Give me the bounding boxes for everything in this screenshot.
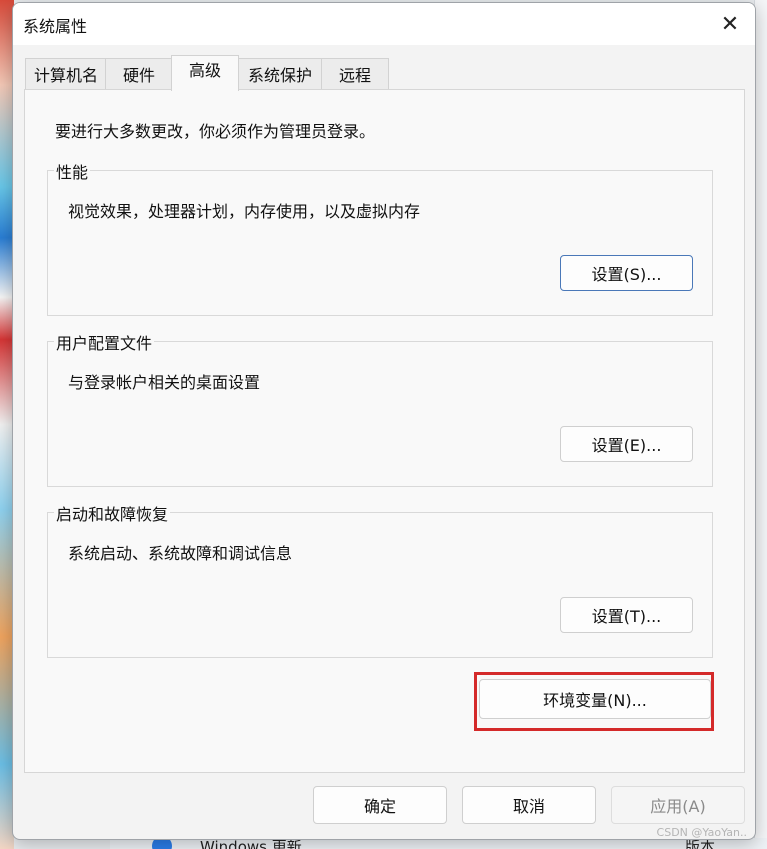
group-title: 性能	[54, 159, 91, 183]
tab-remote[interactable]: 远程	[321, 58, 389, 91]
group-description: 系统启动、系统故障和调试信息	[68, 544, 293, 563]
close-icon: ✕	[720, 11, 740, 37]
highlight-annotation	[474, 672, 714, 731]
performance-group: 性能 视觉效果，处理器计划，内存使用，以及虚拟内存 设置(S)...	[47, 159, 713, 316]
apply-button[interactable]: 应用(A)	[611, 786, 745, 824]
admin-note: 要进行大多数更改，你必须作为管理员登录。	[55, 122, 376, 141]
close-button[interactable]: ✕	[713, 7, 747, 41]
group-title: 用户配置文件	[54, 330, 155, 354]
tab-advanced[interactable]: 高级	[171, 55, 239, 91]
performance-settings-button[interactable]: 设置(S)...	[560, 255, 693, 291]
startup-recovery-settings-button[interactable]: 设置(T)...	[560, 597, 693, 633]
ok-button[interactable]: 确定	[313, 786, 447, 824]
user-profiles-group: 用户配置文件 与登录帐户相关的桌面设置 设置(E)...	[47, 330, 713, 487]
advanced-tab-panel: 要进行大多数更改，你必须作为管理员登录。 性能 视觉效果，处理器计划，内存使用，…	[24, 89, 745, 773]
group-title: 启动和故障恢复	[54, 501, 171, 525]
watermark: CSDN @YaoYan..	[656, 826, 747, 839]
window-title: 系统属性	[23, 17, 88, 36]
group-description: 与登录帐户相关的桌面设置	[68, 373, 261, 392]
tab-computer-name[interactable]: 计算机名	[25, 58, 107, 91]
system-properties-dialog: 系统属性 ✕ 计算机名 硬件 高级 系统保护 远程 要进行大多数更改，你必须作为…	[12, 2, 756, 840]
titlebar: 系统属性 ✕	[13, 3, 755, 45]
tab-system-protection[interactable]: 系统保护	[237, 58, 323, 91]
group-description: 视觉效果，处理器计划，内存使用，以及虚拟内存	[68, 202, 421, 221]
tab-hardware[interactable]: 硬件	[105, 58, 173, 91]
cancel-button[interactable]: 取消	[462, 786, 596, 824]
user-profiles-settings-button[interactable]: 设置(E)...	[560, 426, 693, 462]
startup-recovery-group: 启动和故障恢复 系统启动、系统故障和调试信息 设置(T)...	[47, 501, 713, 658]
